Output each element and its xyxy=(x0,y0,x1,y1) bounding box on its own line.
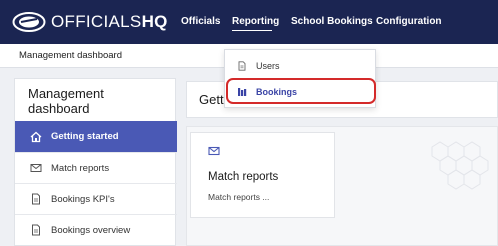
menu-item-label: Users xyxy=(256,61,280,71)
document-icon xyxy=(30,224,42,236)
sidebar: Management dashboard Getting started Mat… xyxy=(14,78,177,246)
document-icon xyxy=(30,193,42,205)
menu-item-users[interactable]: Users xyxy=(225,54,377,78)
sidebar-item-getting-started[interactable]: Getting started xyxy=(15,121,177,152)
nav-officials[interactable]: Officials xyxy=(181,15,220,29)
highlight-annotation-ring xyxy=(226,78,376,104)
nav-school-bookings[interactable]: School Bookings xyxy=(291,15,373,29)
sidebar-item-label: Getting started xyxy=(51,131,119,142)
document-icon xyxy=(237,61,247,71)
tile-title: Match reports xyxy=(208,171,279,183)
nav-configuration[interactable]: Configuration xyxy=(376,15,442,29)
sidebar-item-label: Bookings overview xyxy=(51,224,131,236)
tile-subtitle: Match reports ... xyxy=(208,192,270,202)
nav-reporting[interactable]: Reporting xyxy=(232,15,279,29)
nav-active-underline xyxy=(232,30,272,31)
sidebar-item-label: Bookings KPI's xyxy=(51,193,115,205)
sidebar-title: Management dashboard xyxy=(28,86,104,116)
envelope-icon xyxy=(30,162,42,174)
sidebar-item-match-reports[interactable]: Match reports xyxy=(15,152,177,183)
sidebar-item-bookings-kpis[interactable]: Bookings KPI's xyxy=(15,183,177,214)
whistle-logo-icon xyxy=(12,12,46,32)
sidebar-item-label: Match reports xyxy=(51,162,110,174)
breadcrumb: Management dashboard xyxy=(19,50,122,61)
home-icon xyxy=(30,131,42,143)
sidebar-item-bookings-overview[interactable]: Bookings overview xyxy=(15,214,177,245)
top-navbar: OFFICIALSHQ Officials Reporting School B… xyxy=(0,0,498,44)
envelope-icon xyxy=(208,144,220,156)
logo[interactable]: OFFICIALSHQ xyxy=(12,9,168,35)
logo-text: OFFICIALSHQ xyxy=(51,12,168,31)
match-reports-tile[interactable]: Match reports Match reports ... xyxy=(190,132,335,218)
